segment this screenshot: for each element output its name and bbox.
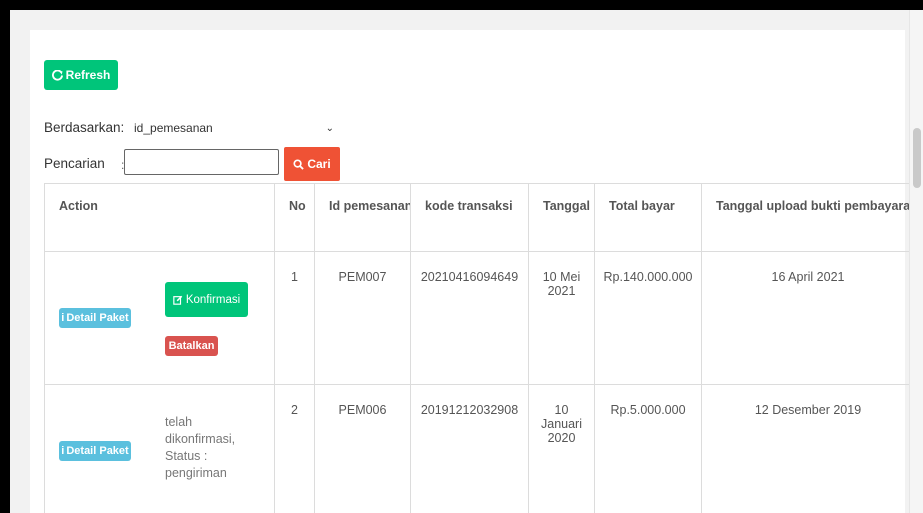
konfirmasi-label: Konfirmasi	[185, 293, 241, 306]
header-tanggal-event[interactable]: Tanggal Event	[528, 183, 595, 252]
table-row: i Detail Paket Konfirmasi Batalkan 1 PEM…	[44, 251, 915, 385]
action-cell: i Detail Paket telah dikonfirmasi, Statu…	[44, 384, 275, 513]
konfirmasi-button[interactable]: Konfirmasi	[165, 282, 248, 317]
selected-option: id_pemesanan	[134, 121, 213, 135]
header-id-pemesanan[interactable]: Id pemesanan	[314, 183, 411, 252]
cell-no: 2	[274, 384, 315, 513]
orders-table: Action No Id pemesanan kode transaksi Ta…	[44, 183, 915, 513]
status-text: telah dikonfirmasi, Status : pengiriman	[165, 415, 236, 480]
header-total-bayar[interactable]: Total bayar	[594, 183, 702, 252]
refresh-icon	[51, 69, 63, 81]
cell-tanggal-upload: 12 Desember 2019	[701, 384, 915, 513]
refresh-button[interactable]: Refresh	[44, 60, 118, 90]
header-kode-transaksi[interactable]: kode transaksi	[410, 183, 529, 252]
cell-tanggal-event: 10 Januari 2020	[528, 384, 595, 513]
table-row: i Detail Paket telah dikonfirmasi, Statu…	[44, 384, 915, 513]
berdasarkan-label: Berdasarkan:	[44, 120, 125, 135]
batalkan-label: Batalkan	[168, 340, 215, 352]
detail-paket-label: Detail Paket	[66, 445, 129, 457]
cell-no: 1	[274, 251, 315, 385]
search-button-label: Cari	[307, 157, 331, 171]
info-icon: i	[61, 445, 65, 457]
content-panel: Refresh Berdasarkan: id_pemesanan ⌄ Penc…	[30, 30, 915, 513]
scrollbar-thumb[interactable]	[913, 128, 921, 188]
search-button[interactable]: Cari	[284, 147, 340, 181]
cell-tanggal-upload: 16 April 2021	[701, 251, 915, 385]
refresh-label: Refresh	[65, 68, 111, 82]
action-cell: i Detail Paket Konfirmasi Batalkan	[44, 251, 275, 385]
detail-paket-button[interactable]: i Detail Paket	[59, 308, 131, 328]
header-no[interactable]: No	[274, 183, 315, 252]
table-header-row: Action No Id pemesanan kode transaksi Ta…	[44, 183, 915, 252]
edit-icon	[173, 295, 183, 305]
cell-id: PEM006	[314, 384, 411, 513]
detail-paket-label: Detail Paket	[66, 312, 129, 324]
cell-id: PEM007	[314, 251, 411, 385]
cell-kode: 20210416094649	[410, 251, 529, 385]
cell-kode: 20191212032908	[410, 384, 529, 513]
browser-viewport: Refresh Berdasarkan: id_pemesanan ⌄ Penc…	[10, 10, 923, 513]
cell-tanggal-event: 10 Mei 2021	[528, 251, 595, 385]
info-icon: i	[61, 312, 65, 324]
chevron-down-icon: ⌄	[325, 122, 334, 134]
header-action[interactable]: Action	[44, 183, 275, 252]
header-tanggal-upload[interactable]: Tanggal upload bukti pembayaran	[701, 183, 915, 252]
batalkan-button[interactable]: Batalkan	[165, 336, 218, 356]
search-icon	[293, 158, 305, 170]
page-scrollbar[interactable]	[909, 10, 923, 513]
cell-total: Rp.140.000.000	[594, 251, 702, 385]
detail-paket-button[interactable]: i Detail Paket	[59, 441, 131, 461]
berdasarkan-select[interactable]: id_pemesanan ⌄	[134, 118, 334, 138]
pencarian-label: Pencarian	[44, 156, 105, 171]
search-input[interactable]	[124, 149, 279, 175]
cell-total: Rp.5.000.000	[594, 384, 702, 513]
